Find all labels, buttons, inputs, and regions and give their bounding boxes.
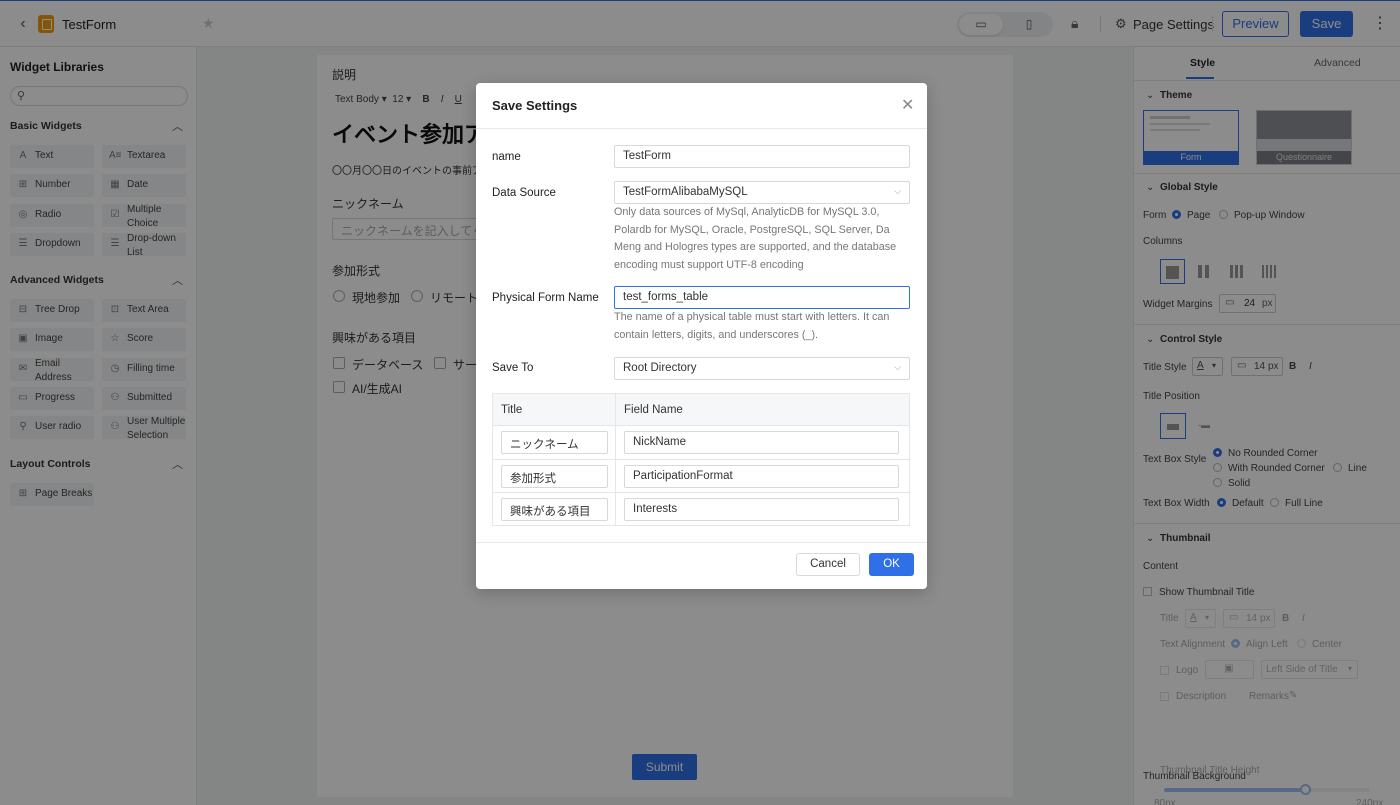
cancel-button[interactable]: Cancel <box>796 553 860 576</box>
chevron-down-icon: ⌵ <box>894 362 901 372</box>
close-icon[interactable]: ✕ <box>901 95 914 115</box>
table-header: Title Field Name <box>493 394 909 426</box>
name-label: name <box>492 151 521 163</box>
column-header: Title <box>501 404 523 416</box>
table-title-cell[interactable]: 参加形式 <box>501 465 608 488</box>
field-mapping-table: Title Field Name ニックネーム NickName 参加形式 Pa… <box>492 393 910 526</box>
divider <box>476 542 927 543</box>
physical-form-name-help: The name of a physical table must start … <box>614 311 890 341</box>
table-title-cell[interactable]: 興味がある項目 <box>501 498 608 521</box>
divider <box>493 492 909 493</box>
column-header: Field Name <box>624 404 683 416</box>
table-field-input[interactable]: NickName <box>624 431 899 454</box>
table-field-input[interactable]: ParticipationFormat <box>624 465 899 488</box>
table-field-input[interactable]: Interests <box>624 498 899 521</box>
name-input[interactable]: TestForm <box>614 145 910 168</box>
chevron-down-icon: ⌵ <box>894 186 901 196</box>
dialog-title: Save Settings <box>492 98 578 113</box>
data-source-label: Data Source <box>492 187 556 199</box>
data-source-help: Only data sources of MySql, AnalyticDB f… <box>614 206 897 271</box>
save-settings-dialog: Save Settings ✕ name TestForm Data Sourc… <box>476 83 927 589</box>
data-source-select[interactable]: TestFormAlibabaMySQL ⌵ <box>614 181 910 204</box>
save-to-label: Save To <box>492 362 534 374</box>
physical-form-name-label: Physical Form Name <box>492 292 599 304</box>
divider <box>476 128 927 129</box>
save-to-select[interactable]: Root Directory ⌵ <box>614 357 910 380</box>
ok-button[interactable]: OK <box>869 553 914 576</box>
physical-form-name-input[interactable]: test_forms_table <box>614 286 910 309</box>
divider <box>493 459 909 460</box>
table-title-cell[interactable]: ニックネーム <box>501 431 608 454</box>
